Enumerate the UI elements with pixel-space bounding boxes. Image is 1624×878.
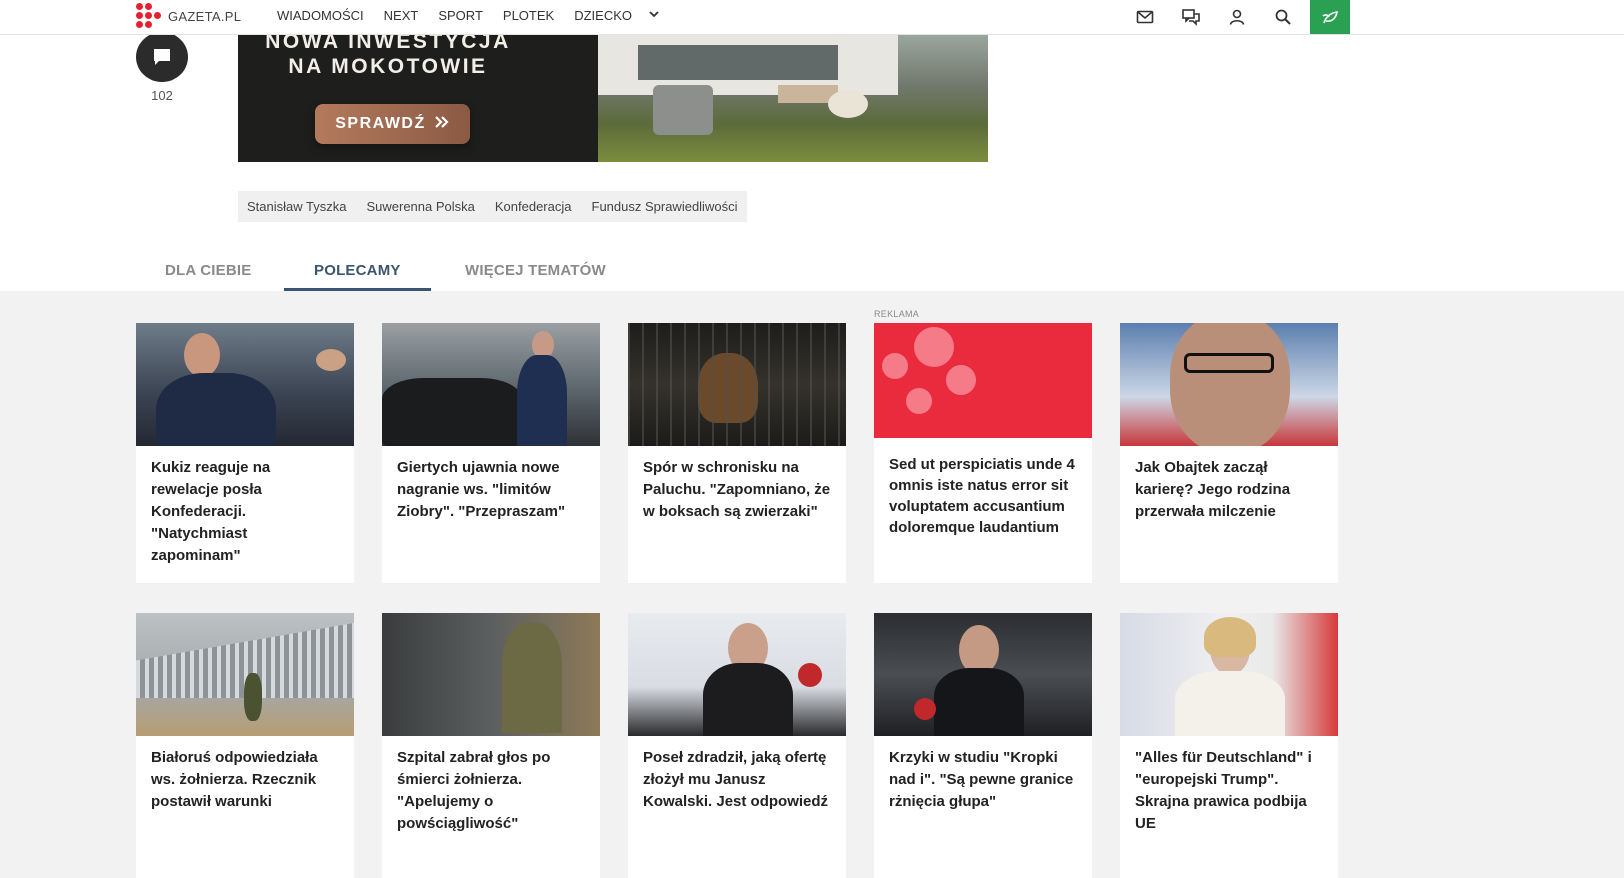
ad-image xyxy=(874,323,1092,438)
article-card[interactable]: Kukiz reaguje na rewelacje posła Konfede… xyxy=(136,323,354,583)
tab-dla-ciebie[interactable]: DLA CIEBIE xyxy=(165,262,251,279)
double-chevron-right-icon xyxy=(434,115,450,134)
logo-text: GAZETA.PL xyxy=(168,8,242,24)
user-icon[interactable] xyxy=(1214,0,1260,34)
search-icon[interactable] xyxy=(1260,0,1306,34)
article-card[interactable]: Krzyki w studiu "Kropki nad i". "Są pewn… xyxy=(874,613,1092,878)
ad-label: REKLAMA xyxy=(874,309,920,319)
article-title: "Alles für Deutschland" i "europejski Tr… xyxy=(1135,749,1312,832)
article-title: Białoruś odpowiedziała ws. żołnierza. Rz… xyxy=(151,749,318,810)
nav-item-plotek[interactable]: PLOTEK xyxy=(503,8,554,23)
ad-banner[interactable]: NOWA INWESTYCJA NA MOKOTOWIE SPRAWDŹ xyxy=(238,35,988,162)
nav-item-dziecko[interactable]: DZIECKO xyxy=(574,8,632,23)
nav-item-wiadomosci[interactable]: WIADOMOŚCI xyxy=(277,8,364,23)
article-card[interactable]: Białoruś odpowiedziała ws. żołnierza. Rz… xyxy=(136,613,354,878)
chat-icon[interactable] xyxy=(1168,0,1214,34)
mail-icon[interactable] xyxy=(1122,0,1168,34)
banner-cta-button[interactable]: SPRAWDŹ xyxy=(315,104,470,144)
article-image xyxy=(1120,323,1338,446)
logo-dots-icon xyxy=(136,3,162,29)
banner-title-line2: NA MOKOTOWIE xyxy=(288,55,488,78)
article-card[interactable]: Poseł zdradził, jaką ofertę złożył mu Ja… xyxy=(628,613,846,878)
comments-widget[interactable]: 102 xyxy=(136,32,188,103)
tab-polecamy[interactable]: POLECAMY xyxy=(314,262,401,279)
comment-count: 102 xyxy=(151,88,173,103)
article-card[interactable]: "Alles für Deutschland" i "europejski Tr… xyxy=(1120,613,1338,878)
article-title: Giertych ujawnia nowe nagranie ws. "limi… xyxy=(397,459,566,520)
sponsored-card[interactable]: Sed ut perspiciatis unde 4 omnis iste na… xyxy=(874,323,1092,583)
article-card[interactable]: Szpital zabrał głos po śmierci żołnierza… xyxy=(382,613,600,878)
article-card[interactable]: Spór w schronisku na Paluchu. "Zapomnian… xyxy=(628,323,846,583)
article-card[interactable]: Jak Obajtek zaczął karierę? Jego rodzina… xyxy=(1120,323,1338,583)
article-title: Krzyki w studiu "Kropki nad i". "Są pewn… xyxy=(889,749,1074,810)
article-title: Jak Obajtek zaczął karierę? Jego rodzina… xyxy=(1135,459,1291,520)
nav-item-next[interactable]: NEXT xyxy=(384,8,419,23)
comment-icon[interactable] xyxy=(136,32,188,82)
article-image xyxy=(382,323,600,446)
recommendation-tabs: DLA CIEBIE POLECAMY WIĘCEJ TEMATÓW xyxy=(135,252,615,291)
article-card[interactable]: Giertych ujawnia nowe nagranie ws. "limi… xyxy=(382,323,600,583)
top-navigation-bar: GAZETA.PL WIADOMOŚCI NEXT SPORT PLOTEK D… xyxy=(0,0,1624,35)
banner-text-panel: NOWA INWESTYCJA NA MOKOTOWIE SPRAWDŹ xyxy=(238,35,598,162)
main-nav: WIADOMOŚCI NEXT SPORT PLOTEK DZIECKO xyxy=(277,8,660,23)
tag-item[interactable]: Fundusz Sprawiedliwości xyxy=(592,199,738,214)
article-title: Poseł zdradził, jaką ofertę złożył mu Ja… xyxy=(643,749,829,810)
article-image xyxy=(136,613,354,736)
gazeta-logo[interactable]: GAZETA.PL xyxy=(136,3,241,29)
ad-title: Sed ut perspiciatis unde 4 omnis iste na… xyxy=(889,456,1075,536)
banner-photo xyxy=(598,35,988,162)
article-image xyxy=(136,323,354,446)
article-image xyxy=(874,613,1092,736)
header-tools xyxy=(1122,0,1350,34)
banner-title: NOWA INWESTYCJA NA MOKOTOWIE xyxy=(238,35,538,79)
tag-item[interactable]: Suwerenna Polska xyxy=(366,199,474,214)
article-image xyxy=(628,323,846,446)
tab-wiecej-tematow[interactable]: WIĘCEJ TEMATÓW xyxy=(465,262,606,279)
banner-cta-label: SPRAWDŹ xyxy=(335,115,426,132)
leaf-icon[interactable] xyxy=(1310,0,1350,34)
chevron-down-icon[interactable] xyxy=(648,8,660,23)
nav-item-sport[interactable]: SPORT xyxy=(438,8,483,23)
article-title: Szpital zabrał głos po śmierci żołnierza… xyxy=(397,749,551,832)
article-tags: Stanisław Tyszka Suwerenna Polska Konfed… xyxy=(238,191,748,222)
tag-item[interactable]: Konfederacja xyxy=(495,199,572,214)
banner-title-line1: NOWA INWESTYCJA xyxy=(265,35,511,53)
article-image xyxy=(1120,613,1338,736)
article-image xyxy=(382,613,600,736)
article-title: Spór w schronisku na Paluchu. "Zapomnian… xyxy=(643,459,831,520)
article-title: Kukiz reaguje na rewelacje posła Konfede… xyxy=(151,459,271,564)
tag-item[interactable]: Stanisław Tyszka xyxy=(247,199,346,214)
article-image xyxy=(628,613,846,736)
